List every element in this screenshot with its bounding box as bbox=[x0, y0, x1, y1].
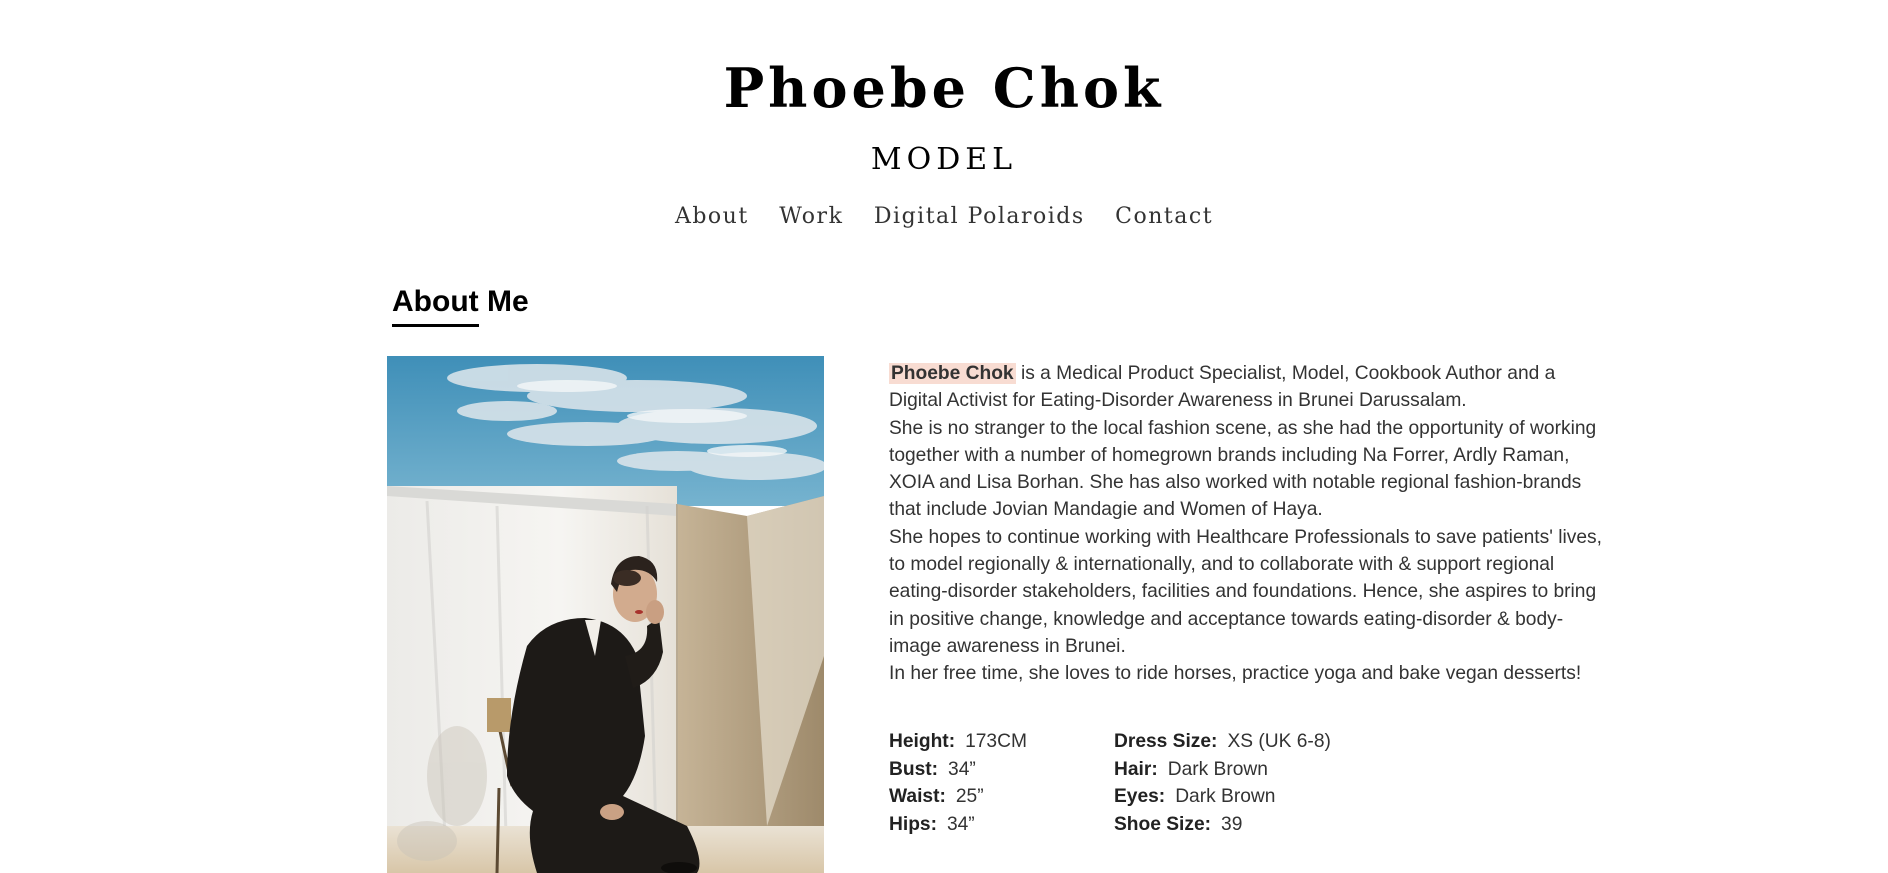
stat-label: Eyes: bbox=[1114, 786, 1166, 807]
main-nav: About Work Digital Polaroids Contact bbox=[0, 202, 1888, 232]
stat-value: 39 bbox=[1221, 813, 1243, 835]
stat-value: XS (UK 6-8) bbox=[1227, 731, 1331, 752]
nav-link-digital-polaroids[interactable]: Digital Polaroids bbox=[874, 202, 1085, 232]
nav-link-work[interactable]: Work bbox=[779, 202, 843, 232]
bio-paragraph-1: Phoebe Chok is a Medical Product Special… bbox=[889, 360, 1609, 415]
stat-hips: Hips: 34” bbox=[889, 811, 1027, 839]
nav-link-contact[interactable]: Contact bbox=[1115, 202, 1213, 232]
bio-paragraph-3: She hopes to continue working with Healt… bbox=[889, 526, 1602, 657]
stat-hair: Hair: Dark Brown bbox=[1114, 756, 1331, 784]
nav-link-about[interactable]: About bbox=[675, 202, 749, 232]
stat-eyes: Eyes: Dark Brown bbox=[1114, 783, 1331, 811]
heading-underline bbox=[392, 324, 479, 327]
stat-dress-size: Dress Size: XS (UK 6-8) bbox=[1114, 728, 1331, 756]
about-heading: About Me bbox=[392, 285, 529, 318]
site-title[interactable]: Phoebe Chok bbox=[0, 52, 1888, 124]
stat-waist: Waist: 25” bbox=[889, 783, 1027, 811]
stat-label: Hair: bbox=[1114, 758, 1158, 780]
stat-label: Bust: bbox=[889, 758, 939, 780]
stat-label: Dress Size: bbox=[1114, 731, 1218, 752]
measurements-left: Height: 173CM Bust: 34” Waist: 25” Hips: 34” bbox=[889, 728, 1027, 838]
stat-value: 25” bbox=[955, 786, 984, 807]
stat-shoe-size: Shoe Size: 39 bbox=[1114, 811, 1331, 839]
bio-paragraph-4: In her free time, she loves to ride hors… bbox=[889, 663, 1582, 685]
stat-value: Dark Brown bbox=[1167, 758, 1268, 780]
stat-value: Dark Brown bbox=[1175, 786, 1276, 807]
bio-text: Phoebe Chok is a Medical Product Special… bbox=[889, 360, 1609, 688]
measurements-right: Dress Size: XS (UK 6-8) Hair: Dark Brown E… bbox=[1114, 728, 1331, 838]
stat-label: Height: bbox=[889, 731, 956, 752]
model-photo bbox=[387, 356, 824, 873]
stat-bust: Bust: 34” bbox=[889, 756, 1027, 784]
bio-name-highlight: Phoebe Chok bbox=[889, 363, 1016, 384]
stat-label: Shoe Size: bbox=[1114, 813, 1212, 835]
stat-label: Waist: bbox=[889, 786, 946, 807]
stat-value: 34” bbox=[946, 813, 975, 835]
site-subtitle: MODEL bbox=[870, 142, 1018, 177]
stat-value: 34” bbox=[948, 758, 976, 780]
stat-value: 173CM bbox=[965, 731, 1027, 752]
stat-label: Hips: bbox=[889, 813, 937, 835]
stat-height: Height: 173CM bbox=[889, 728, 1027, 756]
bio-paragraph-2: She is no stranger to the local fashion … bbox=[889, 417, 1597, 521]
